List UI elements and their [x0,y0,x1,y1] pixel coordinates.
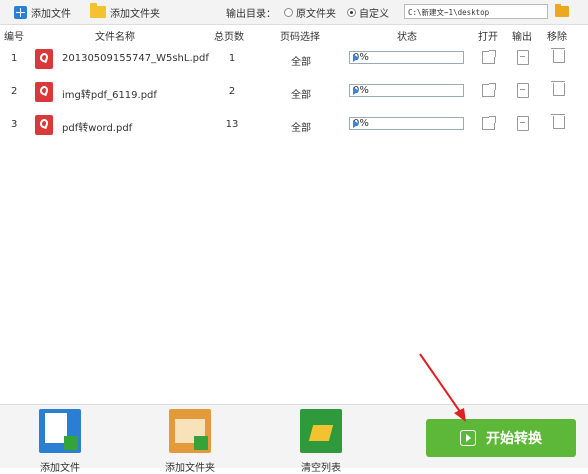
annotation-arrow [419,353,466,422]
